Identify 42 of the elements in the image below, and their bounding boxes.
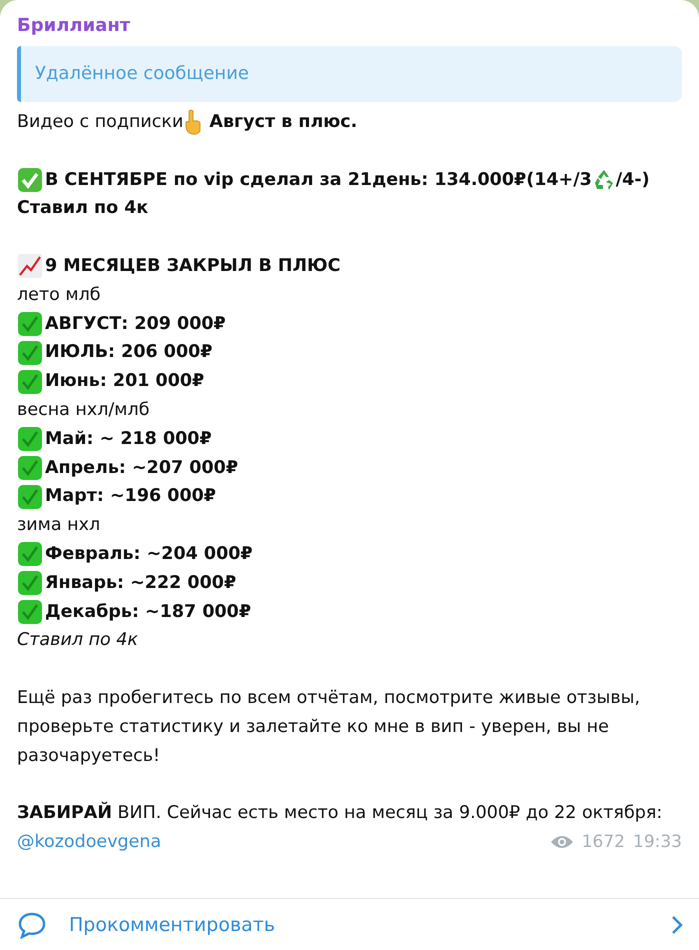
message-text: Август в плюс. bbox=[208, 111, 358, 134]
check-mark-icon bbox=[17, 570, 43, 596]
message-paragraph: Ещё раз пробегитесь по всем отчётам, посмотрите живые отзывы, проверьте статистику и залетайте ко мне в вип - уверен, вы не разочаруетесь! bbox=[17, 686, 642, 768]
check-mark-icon bbox=[17, 310, 43, 337]
check-mark-icon bbox=[17, 368, 43, 395]
chart-increasing-icon bbox=[17, 253, 43, 280]
check-mark-icon bbox=[17, 598, 43, 625]
message-text: Видео с подписки bbox=[17, 111, 184, 134]
check-mark-icon bbox=[17, 541, 43, 568]
message-paragraph: ЗАБИРАЙ ВИП. Сейчас есть место на месяц за 9.000₽ до 22 октября: bbox=[17, 800, 662, 826]
eye-icon bbox=[550, 834, 574, 850]
view-count: 1672 bbox=[582, 830, 625, 854]
month-result: АВГУСТ: 209 000₽ bbox=[45, 312, 226, 336]
month-result: Май: ~ 218 000₽ bbox=[45, 428, 212, 451]
check-mark-icon bbox=[17, 166, 43, 193]
season-label: весна нхл/млб bbox=[17, 398, 150, 422]
reply-quote[interactable]: Удалённое сообщение bbox=[17, 46, 682, 102]
chevron-right-icon bbox=[671, 914, 683, 934]
heading-text: 9 МЕСЯЦЕВ ЗАКРЫЛ В ПЛЮС bbox=[45, 254, 340, 278]
speech-bubble-icon bbox=[17, 910, 47, 938]
month-result: Апрель: ~207 000₽ bbox=[45, 456, 238, 480]
month-result: Февраль: ~204 000₽ bbox=[45, 542, 253, 566]
message-text: /4-) bbox=[616, 168, 650, 192]
check-mark-icon bbox=[17, 426, 43, 452]
channel-name: Бриллиант bbox=[17, 14, 130, 38]
message-time: 19:33 bbox=[633, 830, 682, 854]
month-result: ИЮЛЬ: 206 000₽ bbox=[45, 341, 212, 364]
message-text: Ставил по 4к bbox=[17, 629, 138, 652]
check-mark-icon bbox=[17, 454, 43, 481]
month-result: Декабрь: ~187 000₽ bbox=[45, 600, 252, 624]
month-result: Июнь: 201 000₽ bbox=[45, 370, 204, 394]
month-result: Март: ~196 000₽ bbox=[45, 485, 216, 508]
message-text: Ставил по 4к bbox=[17, 197, 148, 220]
season-label: лето млб bbox=[17, 284, 101, 307]
month-result: Январь: ~222 000₽ bbox=[45, 572, 236, 595]
check-mark-icon bbox=[17, 340, 43, 366]
season-label: зима нхл bbox=[17, 514, 100, 538]
check-mark-icon bbox=[17, 484, 43, 510]
pointing-hand-icon bbox=[183, 109, 204, 136]
message-text: В СЕНТЯБРЕ по vip сделал за 21день: 134.000₽(14+/3 bbox=[45, 168, 592, 192]
quote-text: Удалённое сообщение bbox=[35, 62, 249, 86]
username-link[interactable]: @kozodoevgena bbox=[17, 828, 162, 857]
